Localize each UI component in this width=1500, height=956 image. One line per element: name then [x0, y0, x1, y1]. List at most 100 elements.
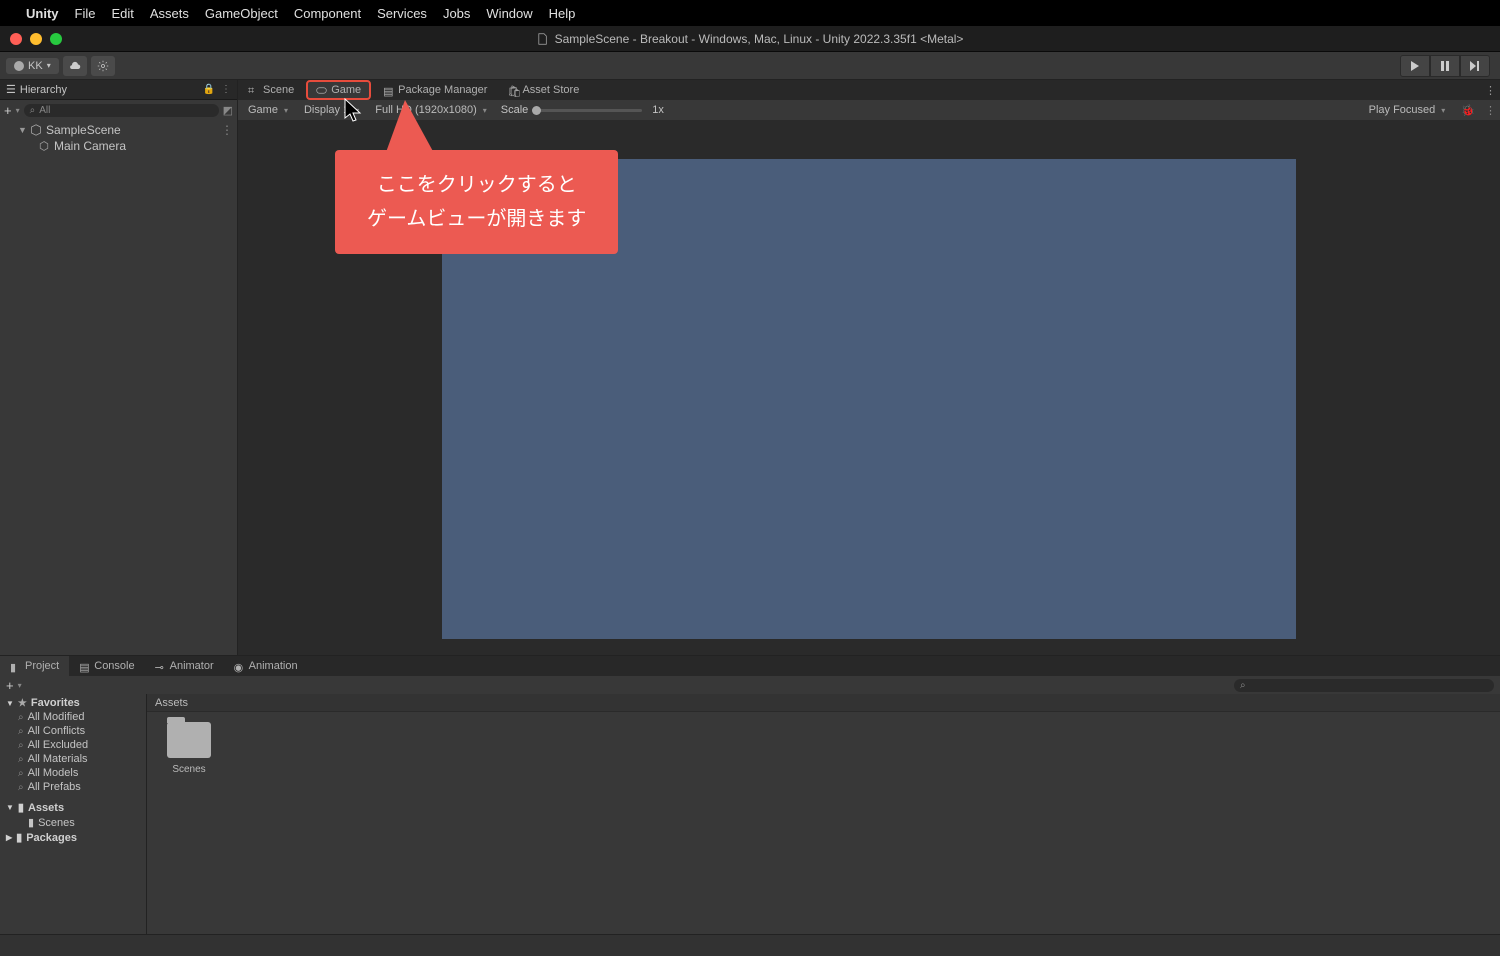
- tab-menu-icon[interactable]: ⋮: [1485, 84, 1496, 97]
- pause-button[interactable]: [1430, 55, 1460, 77]
- menu-help[interactable]: Help: [549, 6, 576, 21]
- display-label: Display 1: [304, 104, 349, 116]
- cloud-icon[interactable]: [63, 56, 87, 76]
- callout-annotation: ここをクリックすると ゲームビューが開きます: [335, 150, 618, 254]
- window-title: SampleScene - Breakout - Windows, Mac, L…: [537, 32, 964, 46]
- animator-tab-label: Animator: [170, 660, 214, 672]
- packages-header[interactable]: ▶ ▮ Packages: [0, 830, 146, 845]
- bug-icon[interactable]: 🐞: [1455, 104, 1481, 117]
- folder-item[interactable]: ▮Scenes: [0, 815, 146, 830]
- expand-arrow-icon[interactable]: ▼: [18, 125, 26, 135]
- folder-icon: [167, 722, 211, 758]
- tab-project[interactable]: ▮ Project: [0, 656, 69, 676]
- hierarchy-title: Hierarchy: [20, 84, 67, 96]
- scale-slider[interactable]: [532, 109, 642, 112]
- breadcrumb[interactable]: Assets: [147, 694, 1500, 712]
- close-button[interactable]: [10, 33, 22, 45]
- status-bar: [0, 934, 1500, 956]
- play-button[interactable]: [1400, 55, 1430, 77]
- menu-file[interactable]: File: [75, 6, 96, 21]
- playback-controls: [1400, 55, 1490, 77]
- animation-tab-label: Animation: [249, 660, 298, 672]
- unity-scene-icon: [30, 124, 42, 136]
- menu-component[interactable]: Component: [294, 6, 361, 21]
- add-button[interactable]: +: [6, 678, 14, 693]
- favorites-header[interactable]: ▼ ★ Favorites: [0, 696, 146, 710]
- scene-tab-icon: ⌗: [248, 85, 259, 96]
- animator-icon: ⊸: [155, 661, 166, 672]
- menu-window[interactable]: Window: [486, 6, 532, 21]
- tab-scene[interactable]: ⌗ Scene: [238, 80, 304, 100]
- tab-animator[interactable]: ⊸ Animator: [145, 656, 224, 676]
- favorite-item[interactable]: ⌕All Prefabs: [0, 780, 146, 794]
- play-focused-dropdown[interactable]: Play Focused: [1363, 104, 1452, 116]
- title-text: SampleScene - Breakout - Windows, Mac, L…: [555, 32, 964, 46]
- favorite-item[interactable]: ⌕All Excluded: [0, 738, 146, 752]
- star-icon: ★: [18, 698, 27, 709]
- menu-services[interactable]: Services: [377, 6, 427, 21]
- maximize-button[interactable]: [50, 33, 62, 45]
- account-label: KK: [28, 60, 43, 72]
- scene-row[interactable]: ▼ SampleScene ⋮: [0, 122, 237, 138]
- scene-file-icon: [537, 33, 549, 45]
- search-icon: ⌕: [18, 782, 24, 793]
- favorite-item[interactable]: ⌕All Materials: [0, 752, 146, 766]
- game-mode-label: Game: [248, 104, 278, 116]
- menu-edit[interactable]: Edit: [111, 6, 133, 21]
- menu-icon[interactable]: ⋮: [221, 84, 231, 95]
- console-icon: ▤: [79, 661, 90, 672]
- project-content: Assets Scenes: [147, 694, 1500, 934]
- cursor-icon: [344, 98, 364, 129]
- animation-icon: ◉: [234, 661, 245, 672]
- tab-package-manager[interactable]: ▤ Package Manager: [373, 80, 497, 100]
- tab-console[interactable]: ▤ Console: [69, 656, 144, 676]
- add-button[interactable]: +: [4, 103, 12, 118]
- gameobject-row[interactable]: Main Camera: [0, 138, 237, 154]
- folder-icon: ▮: [16, 831, 22, 844]
- bottom-tabs: ▮ Project ▤ Console ⊸ Animator ◉ Animati…: [0, 656, 1500, 676]
- hierarchy-search[interactable]: ⌕ All: [24, 104, 219, 117]
- menu-gameobject[interactable]: GameObject: [205, 6, 278, 21]
- favorite-item[interactable]: ⌕All Models: [0, 766, 146, 780]
- window-controls: [0, 33, 62, 45]
- menu-assets[interactable]: Assets: [150, 6, 189, 21]
- search-icon: ⌕: [30, 105, 36, 116]
- lock-icon[interactable]: 🔒: [203, 84, 215, 95]
- console-tab-label: Console: [94, 660, 134, 672]
- settings-icon[interactable]: [91, 56, 115, 76]
- step-button[interactable]: [1460, 55, 1490, 77]
- minimize-button[interactable]: [30, 33, 42, 45]
- tab-game[interactable]: Game: [306, 80, 371, 100]
- favorite-item[interactable]: ⌕All Modified: [0, 710, 146, 724]
- tab-asset-store[interactable]: 🛍 Asset Store: [497, 80, 589, 100]
- favorite-item[interactable]: ⌕All Conflicts: [0, 724, 146, 738]
- project-search[interactable]: ⌕: [1234, 679, 1494, 692]
- folder-icon: ▮: [18, 801, 24, 814]
- hierarchy-tree: ▼ SampleScene ⋮ Main Camera: [0, 120, 237, 655]
- scale-label: Scale: [501, 104, 529, 116]
- scene-menu-icon[interactable]: ⋮: [221, 123, 233, 137]
- folder-asset[interactable]: Scenes: [157, 722, 221, 775]
- account-dropdown[interactable]: KK ▾: [6, 58, 59, 74]
- search-icon: ⌕: [18, 754, 24, 765]
- search-placeholder: All: [39, 105, 50, 116]
- store-tab-label: Asset Store: [522, 84, 579, 96]
- search-icon: ⌕: [18, 768, 24, 779]
- scale-value: 1x: [652, 104, 664, 116]
- window-titlebar: SampleScene - Breakout - Windows, Mac, L…: [0, 26, 1500, 52]
- tab-menu-icon[interactable]: ⋮: [1485, 104, 1496, 117]
- play-focused-label: Play Focused: [1369, 104, 1436, 116]
- hierarchy-header: ☰ Hierarchy 🔒 ⋮: [0, 80, 237, 100]
- gameobject-icon: [38, 140, 50, 152]
- assets-header[interactable]: ▼ ▮ Assets: [0, 800, 146, 815]
- scene-name: SampleScene: [46, 123, 121, 137]
- game-mode-dropdown[interactable]: Game: [242, 104, 294, 116]
- menu-app[interactable]: Unity: [26, 6, 59, 21]
- filter-icon[interactable]: ◩: [223, 104, 233, 117]
- menu-jobs[interactable]: Jobs: [443, 6, 470, 21]
- tab-animation[interactable]: ◉ Animation: [224, 656, 308, 676]
- project-panel: ▮ Project ▤ Console ⊸ Animator ◉ Animati…: [0, 655, 1500, 934]
- breadcrumb-text: Assets: [155, 697, 188, 709]
- hierarchy-panel: ☰ Hierarchy 🔒 ⋮ + ▾ ⌕ All ◩ ▼ SampleScen…: [0, 80, 238, 655]
- assets-grid: Scenes: [147, 712, 1500, 934]
